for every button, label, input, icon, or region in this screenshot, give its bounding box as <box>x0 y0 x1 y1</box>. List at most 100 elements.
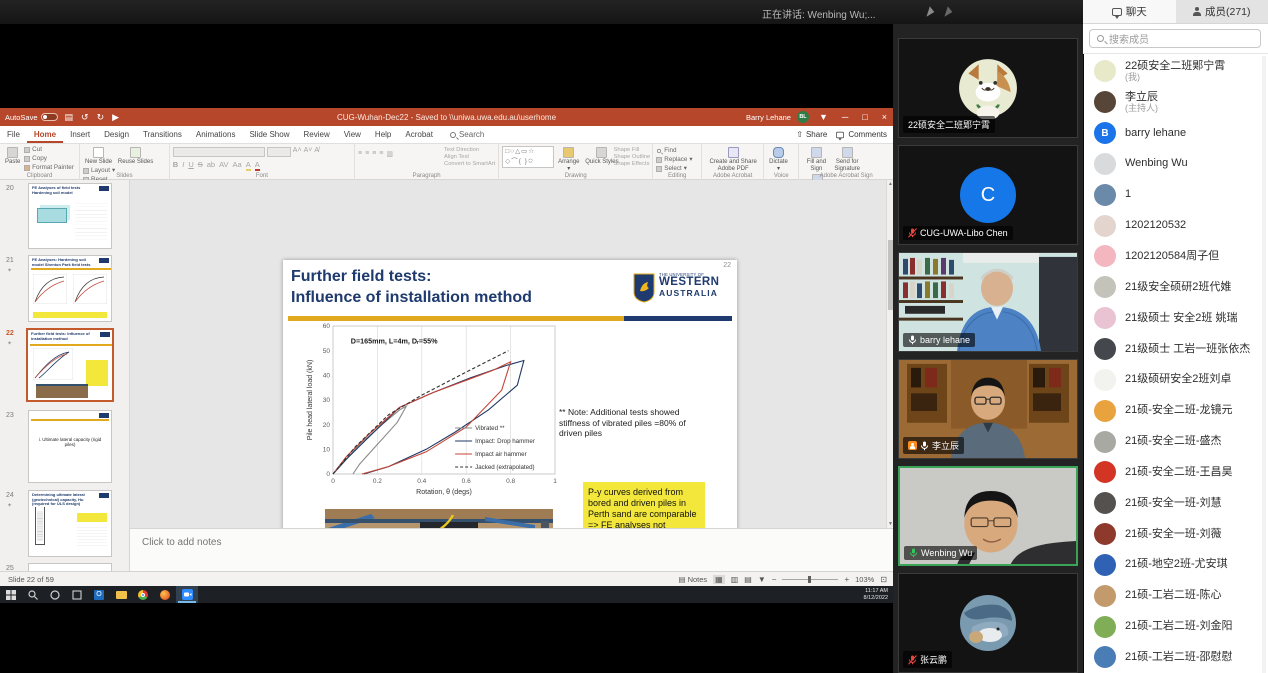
share-button[interactable]: ⇧Share <box>796 130 827 139</box>
cut-button[interactable]: Cut <box>24 146 74 154</box>
ribbon-tab-insert[interactable]: Insert <box>63 126 97 143</box>
video-tile[interactable]: CCUG-UWA-Libo Chen <box>898 145 1078 245</box>
slide-thumbnail-23[interactable]: i. Ultimate lateral capacity (rigid pile… <box>28 410 112 483</box>
undo-icon[interactable]: ↺ <box>81 108 89 126</box>
taskbar-clock[interactable]: 11:17 AM 8/12/2022 <box>838 588 888 601</box>
present-icon[interactable]: ▶ <box>112 108 119 126</box>
member-row[interactable]: 21硕-安全一班-刘慧 <box>1084 488 1264 519</box>
autosave-toggle[interactable] <box>41 113 58 121</box>
ribbon-tab-home[interactable]: Home <box>27 126 63 143</box>
member-row[interactable]: 1202120584周子但 <box>1084 241 1264 272</box>
member-row[interactable]: 21硕-工岩二班-邵慰慰 <box>1084 642 1264 673</box>
restore-button[interactable]: □ <box>862 108 867 126</box>
shapes-gallery[interactable]: □○△▭☆◇⌒{ }✩ <box>502 146 554 168</box>
video-tile[interactable]: 李立辰 <box>898 359 1078 459</box>
underline-button[interactable]: U <box>188 160 193 171</box>
slide-thumbnail-20[interactable]: FE Analyses of field tests Hardening soi… <box>28 183 112 249</box>
italic-button[interactable]: I <box>182 160 184 171</box>
smartart-button[interactable]: Convert to SmartArt <box>444 161 495 167</box>
member-row[interactable]: 21硕-安全二班-龙镜元 <box>1084 395 1264 426</box>
member-row[interactable]: Bbarry lehane <box>1084 118 1264 149</box>
ribbon-tab-help[interactable]: Help <box>368 126 398 143</box>
slide-scrollbar[interactable]: ▲ ▼ <box>886 180 893 528</box>
member-row[interactable]: 21硕-安全二班-王昌昊 <box>1084 457 1264 488</box>
ribbon-tab-transitions[interactable]: Transitions <box>136 126 189 143</box>
ribbon-options-icon[interactable]: ▼ <box>819 108 828 126</box>
dictate-button[interactable]: Dictate ▾ <box>767 146 790 173</box>
member-scrollbar[interactable] <box>1262 56 1266 673</box>
character-spacing-button[interactable]: AV <box>219 160 228 171</box>
zoom-slider[interactable] <box>782 579 838 580</box>
member-row[interactable]: Wenbing Wu <box>1084 149 1264 180</box>
slide-thumbnail-22[interactable]: Further field tests: Influence of instal… <box>26 328 114 402</box>
zoom-out-button[interactable]: − <box>772 575 777 584</box>
fit-slide-button[interactable]: ⊡ <box>880 575 887 584</box>
shape-fill-button[interactable]: Shape Fill <box>614 147 651 153</box>
save-icon[interactable]: ▤ <box>65 108 74 126</box>
zoom-level[interactable]: 103% <box>855 575 874 584</box>
ribbon-tab-review[interactable]: Review <box>296 126 336 143</box>
strikethrough-button[interactable]: S <box>198 160 203 171</box>
taskbar-cortana[interactable] <box>44 586 66 603</box>
ribbon-tab-slide-show[interactable]: Slide Show <box>242 126 296 143</box>
reuse-slides-button[interactable]: Reuse Slides <box>116 146 155 167</box>
taskbar-firefox[interactable] <box>154 586 176 603</box>
send-signature-button[interactable]: Send for Signature <box>832 146 862 173</box>
member-search-input[interactable]: 搜索成员 <box>1089 29 1261 48</box>
video-tile[interactable]: Wenbing Wu <box>898 466 1078 566</box>
change-case-button[interactable]: Aa <box>233 160 242 171</box>
paste-button[interactable]: Paste <box>3 146 22 167</box>
slide-thumbnail-21[interactable]: FE Analyses: Hardening soil model Shento… <box>28 255 112 322</box>
member-row[interactable]: 21级硕士 安全2班 姚瑞 <box>1084 303 1264 334</box>
slide-thumbnail-25[interactable] <box>28 563 112 571</box>
account-avatar[interactable]: BL <box>797 111 809 123</box>
member-row[interactable]: 21硕-工岩二班-陈心 <box>1084 580 1264 611</box>
minimize-button[interactable]: ─ <box>842 108 848 126</box>
member-row[interactable]: 21硕-地空2班-尤安琪 <box>1084 550 1264 581</box>
align-left-button[interactable]: ≡ <box>358 150 362 158</box>
find-button[interactable]: Find <box>656 147 692 155</box>
video-tile[interactable]: 张云鹏 <box>898 573 1078 673</box>
taskbar-chrome[interactable] <box>132 586 154 603</box>
taskbar-outlook[interactable]: O <box>88 586 110 603</box>
ribbon-tab-view[interactable]: View <box>337 126 368 143</box>
create-share-pdf-button[interactable]: Create and Share Adobe PDF <box>705 146 761 173</box>
taskbar-file-explorer[interactable] <box>110 586 132 603</box>
font-size-select[interactable] <box>267 147 291 157</box>
text-shadow-button[interactable]: ab <box>207 160 215 171</box>
slideshow-view-button[interactable]: ▼ <box>758 575 766 584</box>
clear-format-button[interactable]: A̸ <box>314 147 319 157</box>
taskbar-search[interactable] <box>22 586 44 603</box>
comments-button[interactable]: Comments <box>835 130 887 139</box>
shape-effects-button[interactable]: Shape Effects <box>614 161 651 167</box>
bold-button[interactable]: B <box>173 160 178 171</box>
video-tile[interactable]: barry lehane <box>898 252 1078 352</box>
redo-icon[interactable]: ↻ <box>97 108 105 126</box>
zoom-in-button[interactable]: + <box>844 575 849 584</box>
grow-font-button[interactable]: A˄ <box>293 147 302 157</box>
format-painter-button[interactable]: Format Painter <box>24 164 74 172</box>
columns-button[interactable]: ▥ <box>386 150 393 158</box>
member-row[interactable]: 21级硕研安全2班刘卓 <box>1084 364 1264 395</box>
member-row[interactable]: 21级硕士 工岩一班张依杰 <box>1084 334 1264 365</box>
account-name[interactable]: Barry Lehane <box>746 113 791 122</box>
align-text-button[interactable]: Align Text <box>444 154 495 160</box>
member-row[interactable]: 1202120532 <box>1084 210 1264 241</box>
highlight-color-button[interactable]: A <box>246 160 251 171</box>
font-name-select[interactable] <box>173 147 265 157</box>
select-button[interactable]: Select ▾ <box>656 165 692 173</box>
member-row[interactable]: 李立辰(主持人) <box>1084 87 1264 118</box>
ribbon-tab-animations[interactable]: Animations <box>189 126 243 143</box>
font-color-button[interactable]: A <box>255 160 260 171</box>
shrink-font-button[interactable]: A˅ <box>304 147 313 157</box>
arrange-button[interactable]: Arrange ▾ <box>556 146 581 173</box>
align-right-button[interactable]: ≡ <box>372 150 376 158</box>
tab-members[interactable]: 成员(271) <box>1176 0 1268 23</box>
ribbon-search[interactable]: Search <box>450 130 484 139</box>
tab-chat[interactable]: 聊天 <box>1083 0 1176 23</box>
ribbon-tab-file[interactable]: File <box>0 126 27 143</box>
replace-button[interactable]: Replace ▾ <box>656 156 692 164</box>
member-row[interactable]: 21级安全硕研2班代婎 <box>1084 272 1264 303</box>
new-slide-button[interactable]: New Slide <box>83 146 114 167</box>
member-row[interactable]: 21硕-工岩二班-刘金阳 <box>1084 611 1264 642</box>
